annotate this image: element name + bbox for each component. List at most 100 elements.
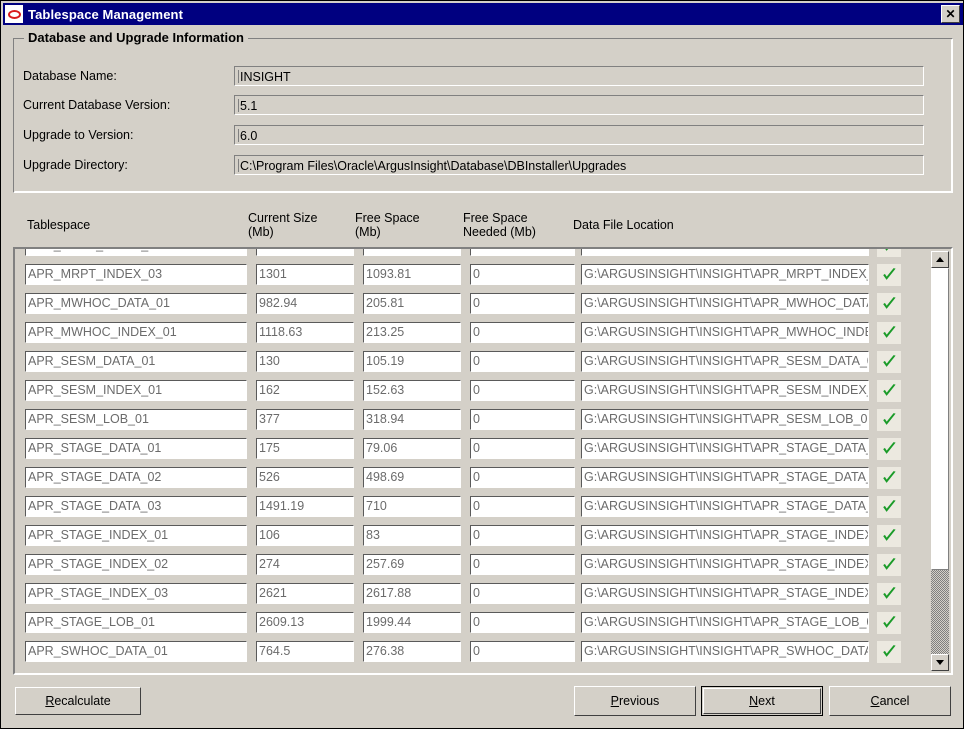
table-row[interactable]: APR_MRPT_INDEX_03 1301 1093.81 0 G:\ARGUSINS… xyxy=(15,260,923,289)
upgrade-directory-field[interactable]: C:\Program Files\Oracle\ArgusInsight\Dat… xyxy=(234,155,924,175)
cell-free-space-needed[interactable]: 0 xyxy=(470,525,575,546)
cell-free-space[interactable]: 710 xyxy=(363,496,461,517)
cell-data-file-location[interactable]: G:\ARGUSINSIGHT\INSIGHT\APR_SESM_INDEX_0… xyxy=(581,380,869,401)
close-icon[interactable]: ✕ xyxy=(941,5,960,23)
cell-tablespace[interactable]: APR_STAGE_DATA_03 xyxy=(25,496,247,517)
cell-free-space-needed[interactable]: 0 xyxy=(470,293,575,314)
scrollbar-track[interactable] xyxy=(931,268,949,654)
cell-tablespace[interactable]: APR_SWHOC_DATA_01 xyxy=(25,641,247,662)
cell-current-size[interactable]: 274 xyxy=(256,554,354,575)
cell-data-file-location[interactable]: G:\ARGUSINSIGHT\INSIGHT\APR_STAGE_INDEX_… xyxy=(581,554,869,575)
table-row[interactable]: APR_STAGE_DATA_03 1491.19 710 0 G:\ARGUSINSI… xyxy=(15,492,923,521)
cell-free-space[interactable]: 498.69 xyxy=(363,467,461,488)
cell-tablespace[interactable]: APR_MRPT_INDEX_02 xyxy=(25,249,247,256)
cell-current-size[interactable]: 526 xyxy=(256,467,354,488)
cell-free-space-needed[interactable]: 0 xyxy=(470,583,575,604)
cancel-button[interactable]: Cancel xyxy=(829,686,951,716)
cell-current-size[interactable]: 2609.13 xyxy=(256,612,354,633)
scroll-down-icon[interactable] xyxy=(931,654,949,671)
table-row[interactable]: APR_STAGE_INDEX_01 106 83 0 G:\ARGUSINSIGHT\… xyxy=(15,521,923,550)
cell-data-file-location[interactable]: G:\ARGUSINSIGHT\INSIGHT\APR_STAGE_DATA_0… xyxy=(581,467,869,488)
grid-vertical-scrollbar[interactable] xyxy=(931,251,949,671)
table-row[interactable]: APR_SESM_INDEX_01 162 152.63 0 G:\ARGUSINSIG… xyxy=(15,376,923,405)
cell-current-size[interactable]: 982.94 xyxy=(256,293,354,314)
cell-current-size[interactable]: 1301 xyxy=(256,264,354,285)
cell-free-space[interactable]: 276.38 xyxy=(363,641,461,662)
cell-free-space[interactable]: 2617.88 xyxy=(363,583,461,604)
cell-tablespace[interactable]: APR_STAGE_INDEX_01 xyxy=(25,525,247,546)
cell-tablespace[interactable]: APR_STAGE_DATA_01 xyxy=(25,438,247,459)
next-button[interactable]: Next xyxy=(701,686,823,716)
table-row[interactable]: APR_STAGE_INDEX_02 274 257.69 0 G:\ARGUSINSI… xyxy=(15,550,923,579)
cell-free-space[interactable]: 205.81 xyxy=(363,293,461,314)
cell-current-size[interactable] xyxy=(256,249,354,256)
table-row[interactable]: APR_SWHOC_DATA_01 764.5 276.38 0 G:\ARGUSINS… xyxy=(15,637,923,666)
cell-free-space-needed[interactable]: 0 xyxy=(470,496,575,517)
cell-data-file-location[interactable]: G:\ARGUSINSIGHT\INSIGHT\APR_STAGE_DATA_0… xyxy=(581,496,869,517)
cell-data-file-location[interactable] xyxy=(581,249,869,256)
cell-current-size[interactable]: 175 xyxy=(256,438,354,459)
cell-free-space[interactable]: 213.25 xyxy=(363,322,461,343)
cell-current-size[interactable]: 162 xyxy=(256,380,354,401)
upgrade-to-version-field[interactable]: 6.0 xyxy=(234,125,924,145)
cell-free-space-needed[interactable]: 0 xyxy=(470,409,575,430)
cell-free-space-needed[interactable]: 0 xyxy=(470,322,575,343)
cell-free-space[interactable] xyxy=(363,249,461,256)
cell-free-space[interactable]: 1999.44 xyxy=(363,612,461,633)
cell-current-size[interactable]: 130 xyxy=(256,351,354,372)
cell-data-file-location[interactable]: G:\ARGUSINSIGHT\INSIGHT\APR_STAGE_DATA_0… xyxy=(581,438,869,459)
cell-data-file-location[interactable]: G:\ARGUSINSIGHT\INSIGHT\APR_MRPT_INDEX_0… xyxy=(581,264,869,285)
cell-current-size[interactable]: 106 xyxy=(256,525,354,546)
cell-data-file-location[interactable]: G:\ARGUSINSIGHT\INSIGHT\APR_STAGE_INDEX_… xyxy=(581,525,869,546)
cell-tablespace[interactable]: APR_MWHOC_INDEX_01 xyxy=(25,322,247,343)
table-row[interactable]: APR_MRPT_INDEX_02 xyxy=(15,249,923,260)
cell-free-space-needed[interactable]: 0 xyxy=(470,351,575,372)
cell-current-size[interactable]: 377 xyxy=(256,409,354,430)
table-row[interactable]: APR_STAGE_DATA_02 526 498.69 0 G:\ARGUSINSIG… xyxy=(15,463,923,492)
cell-free-space-needed[interactable]: 0 xyxy=(470,467,575,488)
cell-data-file-location[interactable]: G:\ARGUSINSIGHT\INSIGHT\APR_STAGE_LOB_01… xyxy=(581,612,869,633)
cell-data-file-location[interactable]: G:\ARGUSINSIGHT\INSIGHT\APR_SESM_DATA_01… xyxy=(581,351,869,372)
cell-tablespace[interactable]: APR_SESM_INDEX_01 xyxy=(25,380,247,401)
cell-tablespace[interactable]: APR_STAGE_LOB_01 xyxy=(25,612,247,633)
cell-free-space-needed[interactable]: 0 xyxy=(470,380,575,401)
current-database-version-field[interactable]: 5.1 xyxy=(234,95,924,115)
cell-current-size[interactable]: 764.5 xyxy=(256,641,354,662)
database-name-field[interactable]: INSIGHT xyxy=(234,66,924,86)
cell-free-space[interactable]: 318.94 xyxy=(363,409,461,430)
table-row[interactable]: APR_STAGE_INDEX_03 2621 2617.88 0 G:\ARGUSIN… xyxy=(15,579,923,608)
cell-free-space[interactable]: 105.19 xyxy=(363,351,461,372)
cell-free-space-needed[interactable]: 0 xyxy=(470,554,575,575)
cell-tablespace[interactable]: APR_MRPT_INDEX_03 xyxy=(25,264,247,285)
cell-tablespace[interactable]: APR_SESM_DATA_01 xyxy=(25,351,247,372)
table-row[interactable]: APR_STAGE_LOB_01 2609.13 1999.44 0 G:\ARGUSI… xyxy=(15,608,923,637)
cell-current-size[interactable]: 1118.63 xyxy=(256,322,354,343)
cell-free-space[interactable]: 79.06 xyxy=(363,438,461,459)
table-row[interactable]: APR_STAGE_DATA_01 175 79.06 0 G:\ARGUSINSIGH… xyxy=(15,434,923,463)
cell-current-size[interactable]: 1491.19 xyxy=(256,496,354,517)
cell-tablespace[interactable]: APR_MWHOC_DATA_01 xyxy=(25,293,247,314)
cell-data-file-location[interactable]: G:\ARGUSINSIGHT\INSIGHT\APR_MWHOC_INDEX_… xyxy=(581,322,869,343)
cell-free-space-needed[interactable]: 0 xyxy=(470,612,575,633)
table-row[interactable]: APR_MWHOC_DATA_01 982.94 205.81 0 G:\ARGUSIN… xyxy=(15,289,923,318)
cell-data-file-location[interactable]: G:\ARGUSINSIGHT\INSIGHT\APR_MWHOC_DATA_0… xyxy=(581,293,869,314)
cell-free-space[interactable]: 257.69 xyxy=(363,554,461,575)
cell-free-space-needed[interactable] xyxy=(470,249,575,256)
scrollbar-thumb[interactable] xyxy=(931,268,949,570)
cell-free-space[interactable]: 152.63 xyxy=(363,380,461,401)
previous-button[interactable]: Previous xyxy=(574,686,696,716)
table-row[interactable]: APR_SESM_DATA_01 130 105.19 0 G:\ARGUSINSIGH… xyxy=(15,347,923,376)
cell-free-space[interactable]: 83 xyxy=(363,525,461,546)
cell-tablespace[interactable]: APR_SESM_LOB_01 xyxy=(25,409,247,430)
cell-free-space-needed[interactable]: 0 xyxy=(470,641,575,662)
cell-free-space[interactable]: 1093.81 xyxy=(363,264,461,285)
table-row[interactable]: APR_SESM_LOB_01 377 318.94 0 G:\ARGUSINSIGHT… xyxy=(15,405,923,434)
cell-free-space-needed[interactable]: 0 xyxy=(470,264,575,285)
cell-tablespace[interactable]: APR_STAGE_INDEX_02 xyxy=(25,554,247,575)
cell-data-file-location[interactable]: G:\ARGUSINSIGHT\INSIGHT\APR_STAGE_INDEX_… xyxy=(581,583,869,604)
cell-data-file-location[interactable]: G:\ARGUSINSIGHT\INSIGHT\APR_SWHOC_DATA_0… xyxy=(581,641,869,662)
cell-current-size[interactable]: 2621 xyxy=(256,583,354,604)
cell-free-space-needed[interactable]: 0 xyxy=(470,438,575,459)
table-row[interactable]: APR_MWHOC_INDEX_01 1118.63 213.25 0 G:\ARGUS… xyxy=(15,318,923,347)
cell-data-file-location[interactable]: G:\ARGUSINSIGHT\INSIGHT\APR_SESM_LOB_01.… xyxy=(581,409,869,430)
